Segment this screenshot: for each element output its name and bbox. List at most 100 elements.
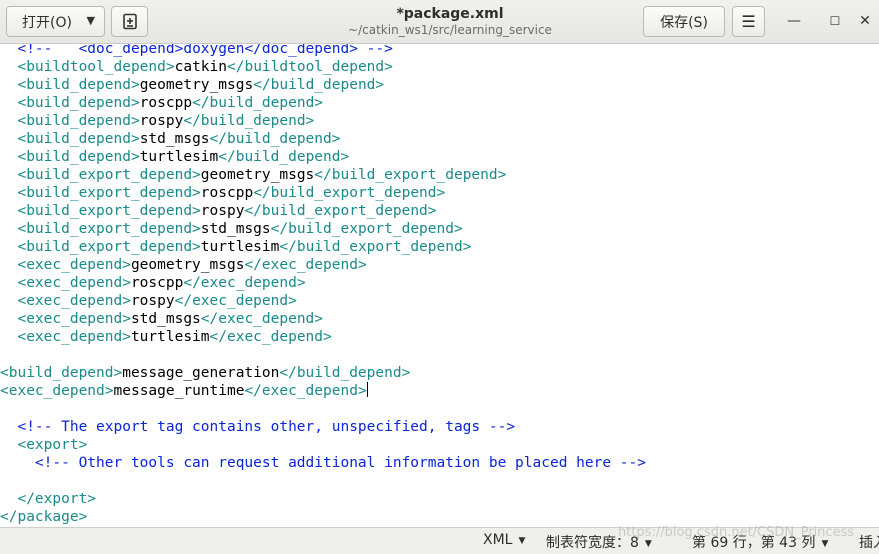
code-line: <build_export_depend>geometry_msgs</buil… — [0, 166, 646, 184]
xml-tag: <exec_depend> — [0, 257, 131, 273]
xml-tag: <build_depend> — [0, 131, 140, 147]
xml-text: rospy — [200, 203, 245, 219]
minimize-button[interactable]: — — [782, 9, 806, 33]
xml-tag: </build_export_depend> — [270, 221, 463, 237]
xml-tag: </build_depend> — [192, 95, 324, 111]
new-document-button[interactable] — [111, 6, 148, 37]
xml-tag: <exec_depend> — [0, 329, 131, 345]
xml-tag: <exec_depend> — [0, 275, 131, 291]
code-line: <exec_depend>message_runtime</exec_depen… — [0, 382, 646, 400]
insert-mode-indicator: 插入 — [859, 535, 879, 551]
xml-text: turtlesim — [200, 239, 280, 255]
xml-tag: </build_depend> — [253, 77, 385, 93]
code-line: <build_export_depend>turtlesim</build_ex… — [0, 238, 646, 256]
xml-comment: <!-- — [0, 44, 79, 57]
hamburger-icon: ☰ — [741, 12, 756, 31]
xml-text: geometry_msgs — [139, 77, 254, 93]
xml-text: roscpp — [130, 275, 184, 291]
code-line: <!-- <doc_depend>doxygen</doc_depend> --… — [0, 44, 646, 58]
dropdown-arrow-icon: ▼ — [518, 536, 526, 546]
watermark: https://blog.csdn.net/CSDN_Princess — [618, 525, 855, 540]
code-line: </package> — [0, 508, 646, 526]
document-path: ~/catkin_ws1/src/learning_service — [348, 23, 552, 37]
maximize-button[interactable]: ☐ — [823, 9, 847, 33]
save-button[interactable]: 保存(S) — [643, 6, 725, 37]
xml-text: geometry_msgs — [130, 257, 245, 273]
code-line: <exec_depend>rospy</exec_depend> — [0, 292, 646, 310]
maximize-icon: ☐ — [829, 14, 841, 28]
xml-tag: </exec_depend> — [209, 329, 332, 345]
xml-tag: </export> — [0, 491, 97, 507]
code-line: <export> — [0, 436, 646, 454]
xml-tag: </exec_depend> — [200, 311, 324, 327]
xml-tag: </build_export_depend> — [314, 167, 507, 183]
xml-text: turtlesim — [139, 149, 219, 165]
xml-comment: <!-- Other tools can request additional … — [0, 455, 647, 471]
xml-text: catkin — [174, 59, 227, 75]
xml-text: message_runtime — [113, 383, 245, 399]
xml-tag: </exec_depend> — [244, 383, 367, 399]
xml-tag: <exec_depend> — [0, 293, 131, 309]
xml-tag: <build_depend> — [0, 149, 140, 165]
xml-text: message_generation — [122, 365, 280, 381]
close-button[interactable]: ✕ — [853, 9, 877, 33]
xml-tag: </build_depend> — [218, 149, 350, 165]
xml-tag: <build_depend> — [0, 365, 123, 381]
xml-tag: <build_depend> — [0, 113, 140, 129]
xml-tag: </buildtool_depend> — [227, 59, 393, 75]
code-line: <build_export_depend>roscpp</build_expor… — [0, 184, 646, 202]
xml-tag: </exec_depend> — [244, 257, 367, 273]
xml-tag: <build_export_depend> — [0, 203, 201, 219]
minimize-icon: — — [787, 13, 801, 29]
open-button-label: 打开(O) — [22, 14, 72, 31]
code-line: <exec_depend>turtlesim</exec_depend> — [0, 328, 646, 346]
xml-tag: </build_depend> — [183, 113, 315, 129]
code-line: <build_depend>geometry_msgs</build_depen… — [0, 76, 646, 94]
xml-comment: <!-- The export tag contains other, unsp… — [0, 419, 516, 435]
code-line: <build_export_depend>std_msgs</build_exp… — [0, 220, 646, 238]
xml-tag: <buildtool_depend> — [0, 59, 175, 75]
xml-tag: <exec_depend> — [0, 311, 131, 327]
xml-text: roscpp — [139, 95, 193, 111]
language-selector[interactable]: XML ▼ — [483, 532, 525, 548]
xml-text: std_msgs — [200, 221, 271, 237]
xml-tag: </build_depend> — [279, 365, 411, 381]
code-line: <build_depend>turtlesim</build_depend> — [0, 148, 646, 166]
dropdown-arrow-icon: ▼ — [821, 539, 829, 549]
text-editor[interactable]: <!-- <doc_depend>doxygen</doc_depend> --… — [0, 44, 879, 527]
xml-text: rospy — [139, 113, 184, 129]
xml-tag: </exec_depend> — [174, 293, 297, 309]
xml-text: std_msgs — [130, 311, 201, 327]
xml-tag: </build_export_depend> — [279, 239, 472, 255]
xml-text: rospy — [130, 293, 175, 309]
xml-tag: <build_export_depend> — [0, 221, 201, 237]
xml-tag: <export> — [0, 437, 88, 453]
xml-comment: <doc_depend>doxygen</doc_depend> --> — [78, 44, 393, 57]
xml-tag: <build_export_depend> — [0, 239, 201, 255]
xml-tag: <build_export_depend> — [0, 167, 201, 183]
language-label: XML — [483, 532, 513, 548]
code-line: <buildtool_depend>catkin</buildtool_depe… — [0, 58, 646, 76]
xml-tag: </build_export_depend> — [244, 203, 437, 219]
code-line: <build_depend>rospy</build_depend> — [0, 112, 646, 130]
code-line: <build_export_depend>rospy</build_export… — [0, 202, 646, 220]
document-add-icon — [122, 13, 137, 30]
code-line: <exec_depend>std_msgs</exec_depend> — [0, 310, 646, 328]
xml-tag: </package> — [0, 509, 88, 525]
header-bar: 打开(O) ▼ *package.xml ~/catkin_ws1/src/le… — [0, 0, 879, 44]
code-line: <build_depend>roscpp</build_depend> — [0, 94, 646, 112]
chevron-down-icon: ▼ — [86, 14, 95, 27]
open-button[interactable]: 打开(O) ▼ — [6, 6, 105, 37]
xml-tag: <build_depend> — [0, 77, 140, 93]
xml-text: turtlesim — [130, 329, 210, 345]
xml-text: geometry_msgs — [200, 167, 315, 183]
code-line: <!-- Other tools can request additional … — [0, 454, 646, 472]
xml-tag: </exec_depend> — [183, 275, 306, 291]
document-title: *package.xml — [396, 6, 504, 22]
code-line: <build_depend>std_msgs</build_depend> — [0, 130, 646, 148]
text-cursor — [366, 382, 368, 397]
hamburger-menu-button[interactable]: ☰ — [732, 6, 765, 37]
close-icon: ✕ — [859, 13, 871, 29]
